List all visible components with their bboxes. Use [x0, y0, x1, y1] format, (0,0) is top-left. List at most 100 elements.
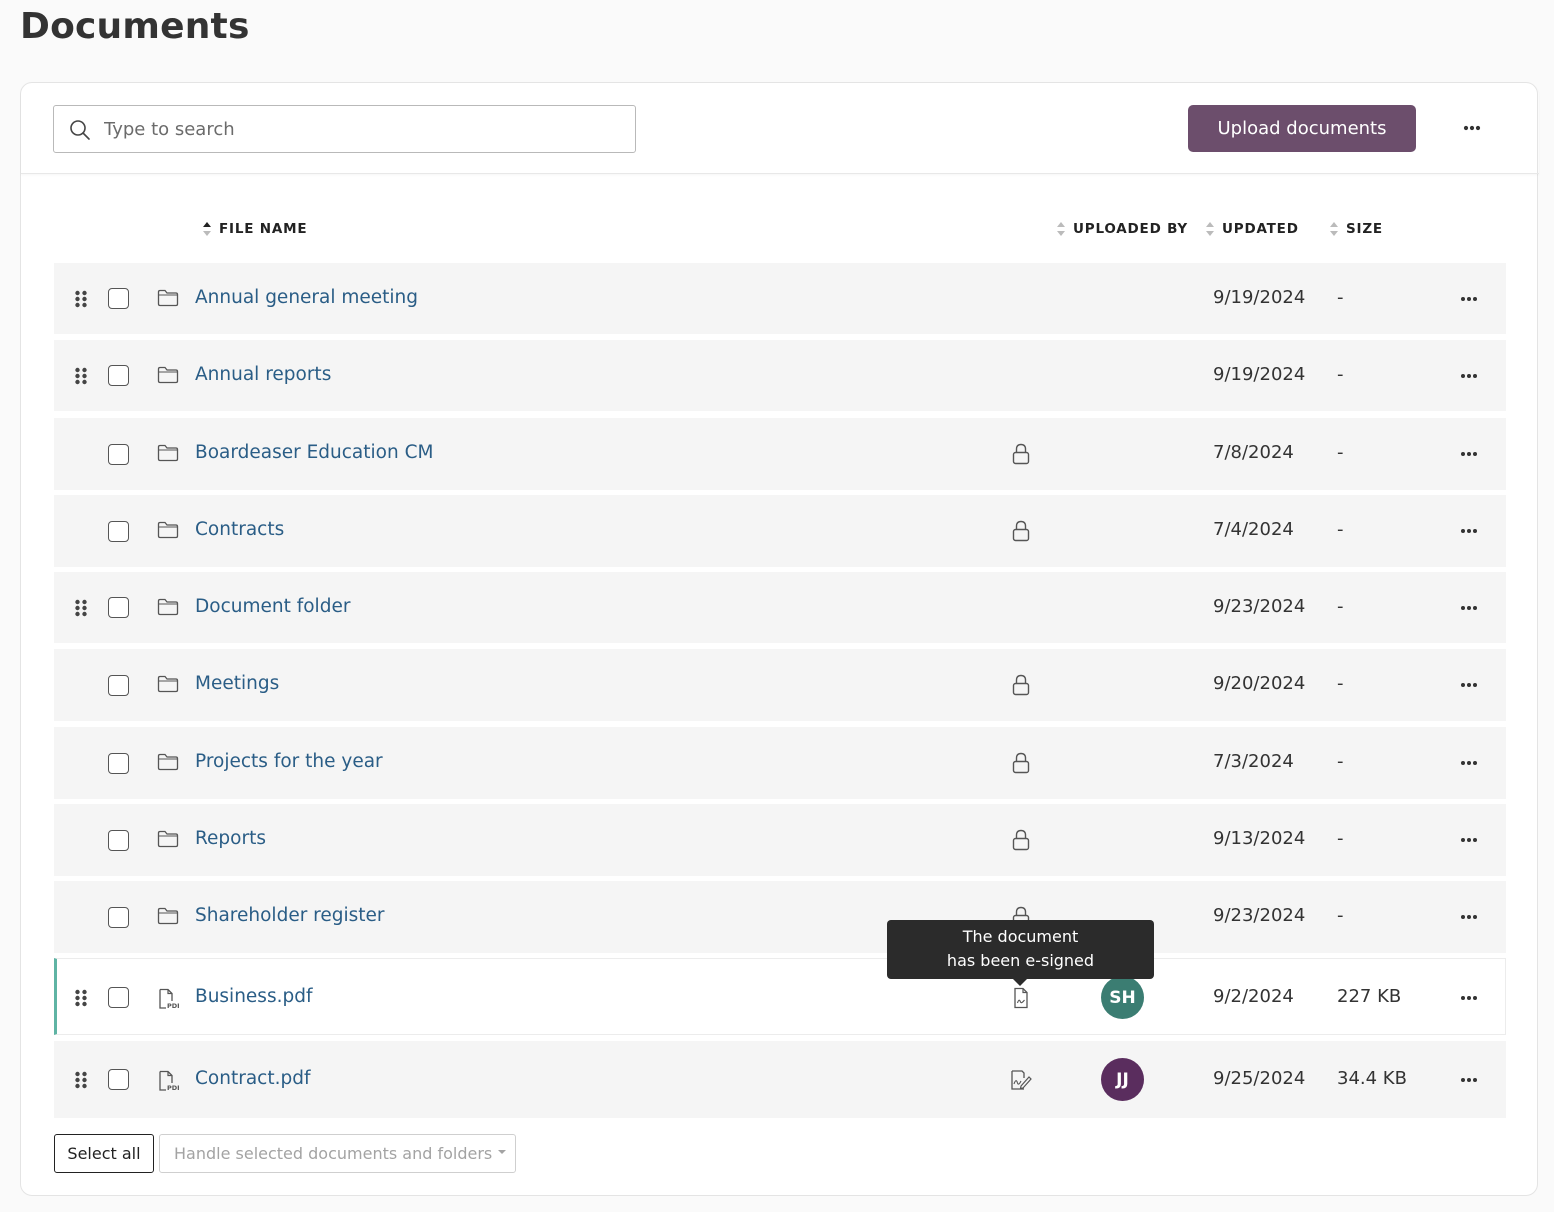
row-checkbox[interactable] [108, 829, 129, 851]
tooltip-line: The document [962, 927, 1079, 946]
column-header-uploaded-by[interactable]: UPLOADED BY [1056, 221, 1188, 237]
documents-card: Upload documents FILE NAME UPLOADED BY U… [20, 82, 1539, 1196]
row-checkbox[interactable] [108, 597, 129, 618]
file-size: 34.4 KB [1337, 1067, 1407, 1089]
row-checkbox[interactable] [108, 288, 129, 309]
file-row[interactable]: PDF Business.pdf SH 9/2/2024 227 KB [54, 958, 1506, 1035]
column-header-label: SIZE [1346, 221, 1383, 237]
lock-icon [1012, 443, 1030, 465]
row-checkbox[interactable] [108, 443, 129, 465]
folder-row[interactable]: Shareholder register 9/23/2024 - [54, 881, 1506, 953]
drag-handle-icon[interactable] [74, 290, 88, 308]
pdf-file-icon: PDF [159, 988, 182, 1010]
document-name-link[interactable]: Projects for the year [195, 751, 383, 772]
updated-date: 7/8/2024 [1213, 442, 1294, 463]
lock-icon [1012, 520, 1030, 542]
document-name-link[interactable]: Annual reports [195, 364, 331, 385]
file-row[interactable]: PDF Contract.pdf JJ 9/25/2024 34.4 KB [54, 1041, 1506, 1118]
file-size: - [1337, 905, 1344, 926]
pdf-file-icon: PDF [159, 1070, 182, 1092]
folder-icon [157, 907, 179, 925]
folder-row[interactable]: Meetings 9/20/2024 - [54, 649, 1506, 721]
more-horizontal-icon[interactable] [1459, 753, 1479, 773]
file-size: - [1337, 519, 1344, 540]
more-horizontal-icon[interactable] [1459, 444, 1479, 464]
column-header-updated[interactable]: UPDATED [1205, 221, 1299, 237]
folder-row[interactable]: Projects for the year 7/3/2024 - [54, 727, 1506, 799]
esigned-document-icon [1014, 987, 1028, 1008]
toolbar: Upload documents [21, 83, 1539, 174]
updated-date: 9/13/2024 [1213, 828, 1306, 849]
document-name-link[interactable]: Boardeaser Education CM [195, 442, 433, 463]
folder-row[interactable]: Annual reports 9/19/2024 - [54, 340, 1506, 411]
drag-handle-icon[interactable] [74, 367, 88, 385]
drag-handle-icon[interactable] [74, 989, 88, 1007]
document-name-link[interactable]: Meetings [195, 673, 279, 694]
document-name-link[interactable]: Annual general meeting [195, 287, 418, 308]
folder-icon [157, 598, 179, 615]
document-name-link[interactable]: Contracts [195, 519, 284, 540]
document-name-link[interactable]: Contract.pdf [195, 1068, 310, 1089]
more-horizontal-icon[interactable] [1457, 113, 1487, 143]
svg-text:PDF: PDF [167, 1002, 179, 1010]
column-header-file-name[interactable]: FILE NAME [202, 221, 307, 237]
folder-icon [157, 753, 179, 771]
more-horizontal-icon[interactable] [1459, 675, 1479, 695]
file-size: - [1337, 442, 1344, 463]
row-checkbox[interactable] [108, 752, 129, 774]
file-size: 227 KB [1337, 985, 1402, 1007]
document-name-link[interactable]: Business.pdf [195, 986, 312, 1007]
drag-handle-icon[interactable] [74, 599, 88, 617]
folder-row[interactable]: Boardeaser Education CM 7/8/2024 - [54, 418, 1506, 490]
sort-icon [1330, 222, 1338, 236]
column-header-size[interactable]: SIZE [1329, 221, 1383, 237]
document-name-link[interactable]: Document folder [195, 596, 350, 617]
file-size: - [1337, 363, 1344, 385]
handle-selected-dropdown[interactable]: Handle selected documents and folders [159, 1134, 516, 1173]
updated-date: 9/20/2024 [1213, 673, 1306, 694]
row-checkbox[interactable] [108, 674, 129, 696]
column-header-label: UPDATED [1222, 221, 1299, 237]
updated-date: 7/3/2024 [1213, 751, 1294, 772]
tooltip-line: has been e-signed [946, 951, 1095, 970]
file-size: - [1337, 828, 1344, 849]
more-horizontal-icon[interactable] [1459, 830, 1479, 850]
row-checkbox[interactable] [108, 365, 129, 386]
sort-icon [203, 222, 211, 236]
folder-row[interactable]: Document folder 9/23/2024 - [54, 572, 1506, 643]
folder-row[interactable]: Reports 9/13/2024 - [54, 804, 1506, 876]
updated-date: 9/2/2024 [1213, 985, 1294, 1007]
file-size: - [1337, 751, 1344, 772]
column-header-label: FILE NAME [219, 221, 308, 237]
select-all-button[interactable]: Select all [54, 1134, 154, 1173]
upload-documents-button[interactable]: Upload documents [1188, 105, 1416, 152]
esigned-tooltip: The document has been e-signed [887, 920, 1154, 986]
row-checkbox[interactable] [108, 906, 129, 928]
caret-down-icon [498, 1149, 507, 1154]
more-horizontal-icon[interactable] [1459, 289, 1479, 309]
document-name-link[interactable]: Reports [195, 828, 266, 849]
more-horizontal-icon[interactable] [1459, 907, 1479, 927]
more-horizontal-icon[interactable] [1459, 988, 1479, 1008]
column-header-label: UPLOADED BY [1073, 221, 1189, 237]
search-box[interactable] [53, 105, 636, 153]
document-name-link[interactable]: Shareholder register [195, 905, 385, 926]
file-size: - [1337, 286, 1344, 308]
row-checkbox[interactable] [108, 987, 129, 1008]
updated-date: 7/4/2024 [1213, 519, 1294, 540]
more-horizontal-icon[interactable] [1459, 598, 1479, 618]
updated-date: 9/19/2024 [1213, 363, 1306, 385]
search-input[interactable] [104, 106, 624, 152]
folder-row[interactable]: Contracts 7/4/2024 - [54, 495, 1506, 567]
lock-icon [1012, 752, 1030, 774]
folder-icon [157, 830, 179, 848]
updated-date: 9/25/2024 [1213, 1067, 1306, 1089]
more-horizontal-icon[interactable] [1459, 521, 1479, 541]
row-checkbox[interactable] [108, 520, 129, 542]
handle-selected-label: Handle selected documents and folders [174, 1144, 493, 1163]
more-horizontal-icon[interactable] [1459, 366, 1479, 386]
row-checkbox[interactable] [108, 1069, 129, 1090]
folder-row[interactable]: Annual general meeting 9/19/2024 - [54, 263, 1506, 334]
more-horizontal-icon[interactable] [1459, 1070, 1479, 1090]
drag-handle-icon[interactable] [74, 1071, 88, 1089]
